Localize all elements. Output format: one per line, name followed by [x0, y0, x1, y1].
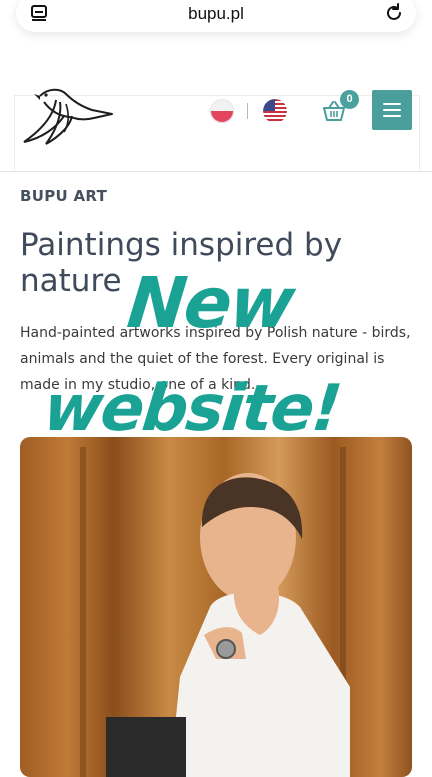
cart-count-badge[interactable]: 0 — [340, 90, 359, 109]
new-website-overlay-line2: website! — [40, 372, 344, 446]
hamburger-menu-icon[interactable] — [372, 90, 412, 130]
bird-logo-icon[interactable] — [20, 80, 116, 146]
section-kicker: BUPU ART — [20, 187, 108, 205]
usa-flag-icon[interactable] — [263, 99, 287, 123]
language-separator — [247, 103, 248, 119]
browser-address-bar[interactable]: bupu.pl — [16, 0, 416, 32]
new-website-overlay-line1: New — [123, 262, 298, 344]
header-divider — [0, 171, 432, 172]
reload-icon[interactable] — [384, 3, 404, 23]
artist-portrait-illustration — [80, 447, 350, 777]
poland-flag-icon[interactable] — [210, 99, 234, 123]
artist-photo — [20, 437, 412, 777]
url-text[interactable]: bupu.pl — [16, 4, 416, 24]
